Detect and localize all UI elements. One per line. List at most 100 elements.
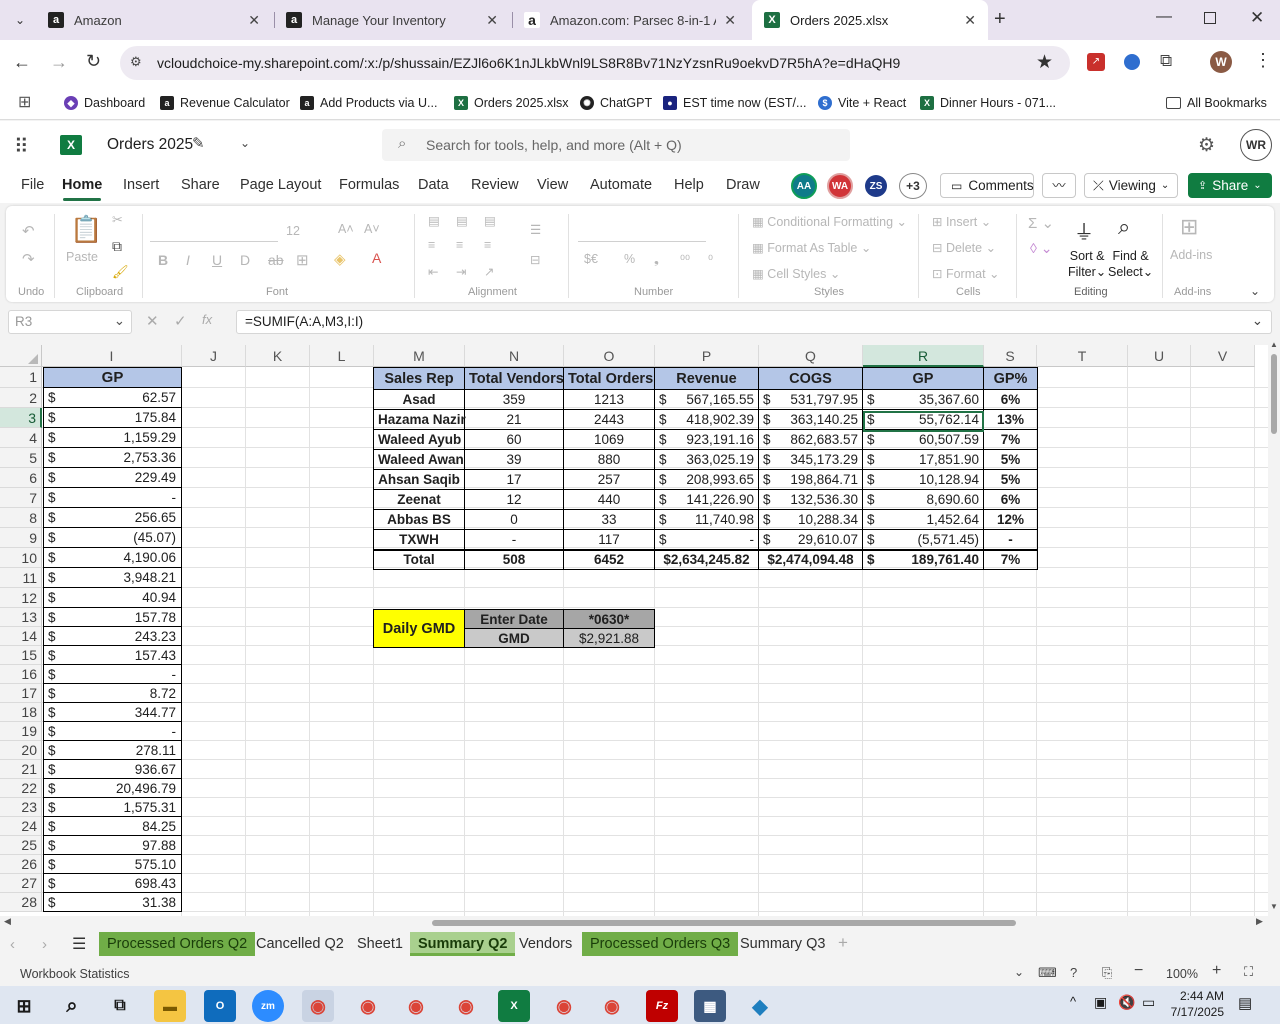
font-name-select[interactable] <box>150 220 278 242</box>
tab-page-layout[interactable]: Page Layout <box>240 177 321 193</box>
volume-icon[interactable]: 🔇 <box>1118 994 1135 1011</box>
column-header-s[interactable]: S <box>984 345 1037 367</box>
cell-gp[interactable]: $10,128.94 <box>862 469 984 490</box>
row-header-25[interactable]: 25 <box>0 836 42 855</box>
new-tab-button[interactable]: + <box>994 8 1006 31</box>
row-header-6[interactable]: 6 <box>0 468 42 488</box>
clear-icon[interactable]: ◊ ⌄ <box>1030 240 1053 257</box>
gp-cell[interactable]: $243.23 <box>43 626 182 646</box>
gp-cell[interactable]: $575.10 <box>43 854 182 874</box>
comma-format-icon[interactable]: ❟ <box>654 252 659 267</box>
close-icon[interactable]: ✕ <box>248 12 260 29</box>
column-header-l[interactable]: L <box>310 345 374 367</box>
calculator-icon[interactable]: ▦ <box>694 990 726 1022</box>
sheet-tab-summary-q3[interactable]: Summary Q3 <box>732 932 833 956</box>
copy-icon[interactable]: ⧉ <box>112 238 122 255</box>
cell-revenue[interactable]: $923,191.16 <box>654 429 759 450</box>
undo-icon[interactable]: ↶ <box>22 222 35 240</box>
sheet-tab-sheet1[interactable]: Sheet1 <box>349 932 411 956</box>
cell-gpp[interactable]: 6% <box>983 489 1038 510</box>
tab-automate[interactable]: Automate <box>590 177 652 193</box>
redo-icon[interactable]: ↷ <box>22 250 35 268</box>
cell-rep[interactable]: TXWH <box>373 529 465 550</box>
zoom-level[interactable]: 100% <box>1166 967 1198 981</box>
decrease-font-icon[interactable]: A˅ <box>364 222 380 236</box>
task-view-icon[interactable]: ⧉ <box>104 990 136 1022</box>
addins-icon[interactable]: ⊞ <box>1180 214 1198 240</box>
row-header-20[interactable]: 20 <box>0 741 42 760</box>
format-painter-icon[interactable]: 🖌 <box>112 264 129 280</box>
chrome-icon[interactable]: ◉ <box>352 990 384 1022</box>
increase-font-icon[interactable]: A˄ <box>338 222 354 236</box>
cell-rep[interactable]: Abbas BS <box>373 509 465 530</box>
cell-revenue[interactable]: $363,025.19 <box>654 449 759 470</box>
gp-column-header-cell[interactable]: GP <box>43 367 182 388</box>
confirm-formula-icon[interactable]: ✓ <box>174 312 187 330</box>
cell-rep[interactable]: Zeenat <box>373 489 465 510</box>
cell-gp[interactable]: $35,367.60 <box>862 389 984 410</box>
browser-menu-icon[interactable]: ⋮ <box>1254 50 1272 71</box>
row-header-3[interactable]: 3 <box>0 408 42 428</box>
spreadsheet-grid[interactable]: IJKLMNOPQRSTUV 1 2 3 4 5 6 7 8 9 10 11 12 13 14 15 16 17… <box>0 345 1268 916</box>
chrome-icon[interactable]: ◉ <box>450 990 482 1022</box>
row-header-18[interactable]: 18 <box>0 703 42 722</box>
cell-gp[interactable]: $60,507.59 <box>862 429 984 450</box>
add-sheet-icon[interactable]: + <box>838 933 848 953</box>
cut-icon[interactable]: ✂ <box>112 212 123 228</box>
gp-cell[interactable]: $ - <box>43 487 182 508</box>
cell-revenue[interactable]: $567,165.55 <box>654 389 759 410</box>
zoom-in-icon[interactable]: + <box>1212 962 1221 980</box>
catch-up-button[interactable]: 〰 <box>1042 173 1076 198</box>
cell-gpp[interactable]: 13% <box>983 409 1038 430</box>
sheet-tab-summary-q2[interactable]: Summary Q2 <box>410 932 516 956</box>
cell-orders[interactable]: 2443 <box>563 409 655 430</box>
sales-summary-table[interactable]: Sales Rep Total Vendors Total Orders Rev… <box>373 367 1038 570</box>
find-select-button[interactable]: Find & Select⌄ <box>1108 248 1153 280</box>
collaborator-avatar[interactable]: WA <box>827 173 853 199</box>
cell-orders[interactable]: 117 <box>563 529 655 550</box>
filezilla-icon[interactable]: Fz <box>646 990 678 1022</box>
column-header-r[interactable]: R <box>863 345 984 367</box>
wrap-text-icon[interactable]: ☰ <box>530 222 541 237</box>
gp-cell[interactable]: $8.72 <box>43 683 182 703</box>
name-box[interactable]: R3 ⌄ <box>8 310 132 334</box>
row-header-24[interactable]: 24 <box>0 817 42 836</box>
all-sheets-icon[interactable]: ☰ <box>72 934 86 954</box>
viewing-mode-button[interactable]: ⤫ Viewing ⌄ <box>1084 173 1178 198</box>
minimize-icon[interactable]: — <box>1156 8 1172 26</box>
cell-revenue[interactable]: $208,993.65 <box>654 469 759 490</box>
expand-formula-icon[interactable]: ⌄ <box>1252 313 1263 329</box>
cell-rep[interactable]: Ahsan Saqib <box>373 469 465 490</box>
close-window-icon[interactable]: ✕ <box>1250 8 1264 28</box>
delete-cells-button[interactable]: ⊟ Delete ⌄ <box>932 240 996 255</box>
row-header-9[interactable]: 9 <box>0 528 42 548</box>
bookmark-chatgpt[interactable]: ✺ ChatGPT <box>580 92 652 114</box>
cell-rep[interactable]: Waleed Ayub <box>373 429 465 450</box>
bookmark-revenue-calculator[interactable]: a Revenue Calculator <box>160 92 290 114</box>
cell-rep[interactable]: Hazama Nazir <box>373 409 466 430</box>
sheet-tab-vendors[interactable]: Vendors <box>511 932 580 956</box>
share-button[interactable]: ⇪ Share ⌄ <box>1188 173 1272 198</box>
cell-cogs[interactable]: $345,173.29 <box>758 449 863 470</box>
align-left-icon[interactable]: ≡ <box>428 238 435 252</box>
back-icon[interactable]: ← <box>13 52 31 73</box>
reload-icon[interactable]: ↻ <box>86 51 101 72</box>
font-color-icon[interactable]: A <box>372 250 381 266</box>
gp-cell[interactable]: $256.65 <box>43 507 182 528</box>
more-collaborators[interactable]: +3 <box>899 173 927 199</box>
close-icon[interactable]: ✕ <box>964 12 976 29</box>
gp-cell[interactable]: $157.43 <box>43 645 182 665</box>
display-icon[interactable]: ▭ <box>1142 994 1155 1011</box>
format-as-table-button[interactable]: ▦ Format As Table ⌄ <box>752 240 871 255</box>
cell-gp[interactable]: $189,761.40 <box>862 549 984 570</box>
all-bookmarks[interactable]: All Bookmarks <box>1166 92 1267 114</box>
taskbar-clock[interactable]: 2:44 AM 7/17/2025 <box>1164 988 1224 1020</box>
cell-gpp[interactable]: - <box>983 529 1038 550</box>
tab-insert[interactable]: Insert <box>123 177 159 193</box>
cell-cogs[interactable]: $29,610.07 <box>758 529 863 550</box>
collaborator-avatar[interactable]: AA <box>791 173 817 199</box>
align-middle-icon[interactable]: ▤ <box>456 213 468 228</box>
app-icon[interactable]: ◆ <box>744 990 776 1022</box>
gp-cell[interactable]: $31.38 <box>43 892 182 912</box>
cell-gpp[interactable]: 12% <box>983 509 1038 530</box>
